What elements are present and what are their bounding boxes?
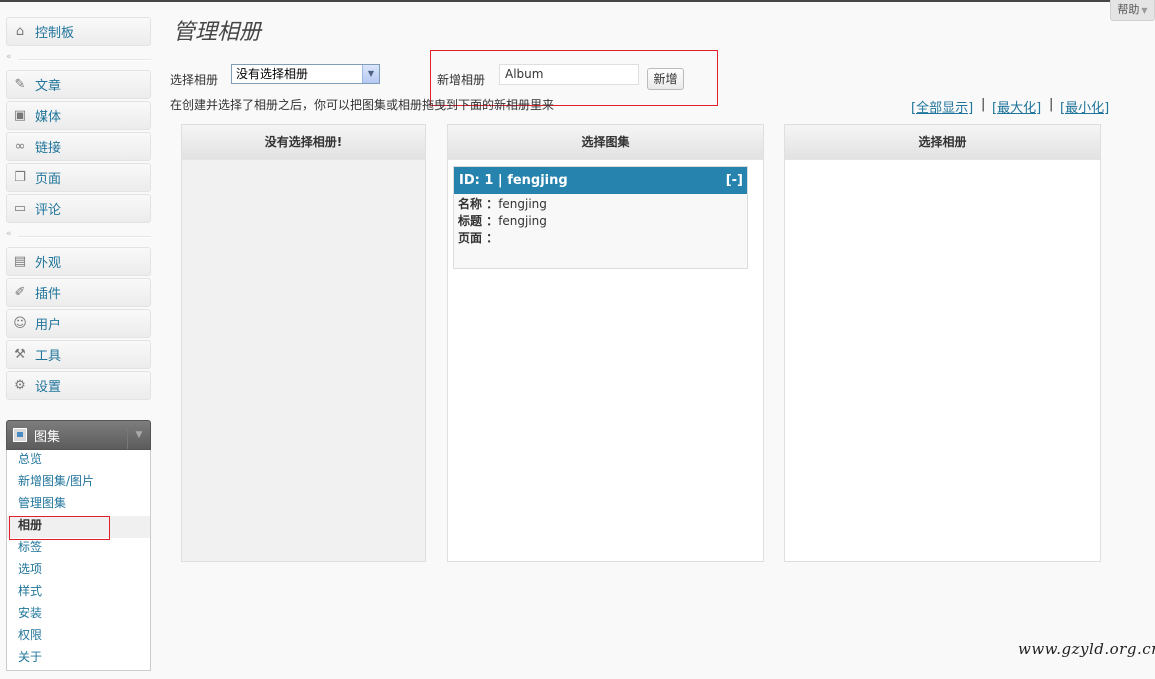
users-icon: ☺ — [13, 315, 27, 331]
collapse-arrow-icon: « — [6, 52, 12, 62]
tools-icon: ⚒ — [14, 346, 26, 362]
sidebar-item-label: 评论 — [35, 203, 62, 218]
plugin-icon: ✐ — [14, 284, 26, 300]
submenu-item-styles[interactable]: 样式 — [7, 582, 150, 604]
submenu-item-add-gallery[interactable]: 新增图集/图片 — [7, 472, 150, 494]
sidebar-item-label: 外观 — [35, 256, 62, 271]
select-album-panel: 选择相册 — [784, 124, 1101, 562]
link-separator: | — [981, 97, 986, 112]
sidebar-item-label: 链接 — [35, 141, 62, 156]
menu-separator[interactable]: « — [6, 229, 151, 241]
sidebar-item-label: 页面 — [35, 172, 62, 187]
submenu-item-setup[interactable]: 安装 — [7, 604, 150, 626]
sidebar-item-label: 用户 — [35, 318, 62, 333]
sidebar-item-label: 媒体 — [35, 110, 62, 125]
home-icon: ⌂ — [15, 23, 25, 39]
sidebar-item-settings[interactable]: ⚙ 设置 — [6, 371, 151, 400]
select-gallery-panel: 选择图集 ID: 1 | fengjing [-] 名称 ：fengjing 标… — [447, 124, 764, 562]
help-tab[interactable]: 帮助 ▼ — [1110, 0, 1155, 21]
sidebar-item-label: 工具 — [35, 349, 62, 364]
link-separator: | — [1049, 97, 1054, 112]
sidebar-item-label: 控制板 — [35, 26, 75, 41]
card-row-page: 页面 ： — [458, 231, 499, 245]
gallery-card-header[interactable]: ID: 1 | fengjing [-] — [454, 167, 747, 194]
gallery-card-title: ID: 1 | fengjing — [459, 173, 568, 188]
sidebar-item-pages[interactable]: ❐ 页面 — [6, 163, 151, 192]
sidebar-item-media[interactable]: ▣ 媒体 — [6, 101, 151, 130]
submenu-item-roles[interactable]: 权限 — [7, 626, 150, 648]
menu-separator[interactable]: « — [6, 52, 151, 64]
current-album-panel: 没有选择相册! — [181, 124, 426, 562]
sidebar-item-appearance[interactable]: ▤ 外观 — [6, 247, 151, 276]
chevron-down-icon: ▼ — [1141, 6, 1148, 15]
help-tab-label: 帮助 — [1117, 3, 1140, 16]
sidebar-item-label: 设置 — [35, 380, 62, 395]
sidebar-item-plugins[interactable]: ✐ 插件 — [6, 278, 151, 307]
pushpin-icon: ✎ — [14, 76, 26, 92]
collapse-arrow-icon: « — [6, 229, 12, 239]
link-icon: ∞ — [14, 138, 26, 154]
collapse-button[interactable]: [-] — [726, 167, 743, 194]
sidebar-item-comments[interactable]: ▭ 评论 — [6, 194, 151, 223]
page-title: 管理相册 — [173, 20, 262, 45]
sidebar-item-label: 文章 — [35, 79, 62, 94]
submenu-item-overview[interactable]: 总览 — [7, 450, 150, 472]
minimize-link[interactable]: [最小化] — [1060, 97, 1109, 116]
appearance-icon: ▤ — [13, 253, 27, 269]
sidebar-item-gallery[interactable]: 图集 ▼ — [6, 420, 151, 450]
show-all-link[interactable]: [全部显示] — [911, 97, 973, 116]
select-album-label: 选择相册 — [170, 73, 219, 87]
panel-title: 没有选择相册! — [182, 125, 425, 160]
chevron-down-icon[interactable]: ▼ — [362, 65, 379, 83]
media-icon: ▣ — [13, 107, 27, 123]
gallery-submenu: 总览 新增图集/图片 管理图集 相册 标签 选项 样式 安装 权限 关于 — [6, 450, 151, 671]
sidebar-item-posts[interactable]: ✎ 文章 — [6, 70, 151, 99]
comment-icon: ▭ — [13, 200, 27, 216]
submenu-item-about[interactable]: 关于 — [7, 648, 150, 670]
chevron-down-icon[interactable]: ▼ — [127, 421, 150, 449]
submenu-item-manage-gallery[interactable]: 管理图集 — [7, 494, 150, 516]
sidebar-item-dashboard[interactable]: ⌂ 控制板 — [6, 17, 151, 46]
album-select[interactable]: 没有选择相册 ▼ — [231, 64, 380, 84]
highlight-box — [9, 516, 110, 540]
sidebar-item-tools[interactable]: ⚒ 工具 — [6, 340, 151, 369]
gallery-card[interactable]: ID: 1 | fengjing [-] 名称 ：fengjing 标题 ：fe… — [453, 166, 748, 269]
maximize-link[interactable]: [最大化] — [992, 97, 1041, 116]
sidebar-item-label: 插件 — [35, 287, 62, 302]
card-row-name: 名称 ：fengjing — [458, 197, 547, 211]
submenu-item-options[interactable]: 选项 — [7, 560, 150, 582]
card-row-title: 标题 ：fengjing — [458, 214, 547, 228]
admin-header-line — [0, 0, 1155, 2]
panel-title: 选择图集 — [448, 125, 763, 160]
album-select-value: 没有选择相册 — [236, 67, 309, 81]
watermark-text: www.gzyld.org.cn — [1018, 640, 1155, 658]
sidebar-item-links[interactable]: ∞ 链接 — [6, 132, 151, 161]
pages-icon: ❐ — [14, 169, 26, 185]
settings-icon: ⚙ — [14, 377, 26, 393]
hint-text: 在创建并选择了相册之后，你可以把图集或相册拖曳到下面的新相册里来 — [170, 98, 555, 112]
sidebar-item-label: 图集 — [34, 429, 61, 445]
gallery-icon — [13, 428, 27, 442]
panel-title: 选择相册 — [785, 125, 1100, 160]
submenu-item-tags[interactable]: 标签 — [7, 538, 150, 560]
sidebar-item-users[interactable]: ☺ 用户 — [6, 309, 151, 338]
